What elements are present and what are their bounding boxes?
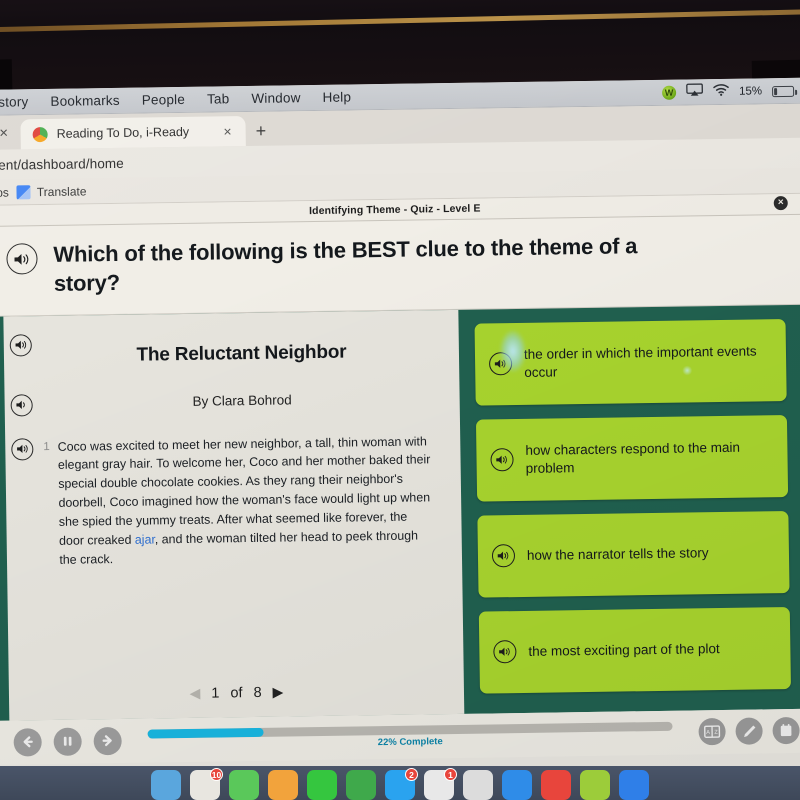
- menu-item-help[interactable]: Help: [322, 89, 351, 104]
- menubar-status-items: W 15%: [661, 78, 795, 106]
- menu-item-bookmarks[interactable]: Bookmarks: [50, 93, 120, 109]
- vocabulary-link-ajar[interactable]: ajar: [135, 532, 155, 546]
- pager-total-pages: 8: [253, 684, 262, 701]
- answer-choice-1-label: the order in which the important events …: [523, 343, 757, 380]
- pager-current-page: 1: [211, 684, 220, 702]
- paragraph-number: 1: [43, 440, 50, 453]
- new-tab-button[interactable]: +: [255, 121, 266, 142]
- speaker-icon[interactable]: [488, 352, 513, 376]
- passage-panel: The Reluctant Neighbor By Clara Bohrod 1…: [3, 309, 465, 721]
- battery-icon[interactable]: [772, 85, 795, 97]
- menu-item-tab[interactable]: Tab: [207, 91, 230, 106]
- dock-badge: 1: [444, 768, 457, 781]
- pager-next-button[interactable]: ▶: [272, 684, 283, 701]
- arrow-right-icon[interactable]: [93, 726, 122, 755]
- dock-app-mail[interactable]: 10: [190, 768, 223, 800]
- translate-icon: [16, 184, 31, 199]
- passage-pager: ◀ 1 of 8 ▶: [9, 665, 465, 720]
- answer-choice-4-label: the most exciting part of the plot: [528, 640, 720, 659]
- speaker-icon[interactable]: [10, 393, 33, 417]
- speaker-icon[interactable]: [9, 333, 32, 357]
- dock-app-settings[interactable]: 1: [424, 768, 457, 800]
- menu-item-window[interactable]: Window: [251, 90, 300, 106]
- svg-text:Z: Z: [714, 730, 718, 736]
- browser-tab-reading-to-do[interactable]: Reading To Do, i-Ready ×: [20, 116, 246, 150]
- answer-choice-1[interactable]: the order in which the important events …: [474, 318, 787, 406]
- close-icon[interactable]: ×: [773, 196, 788, 211]
- answer-choice-2[interactable]: how characters respond to the main probl…: [475, 414, 789, 502]
- macos-dock: 10 2 1: [0, 766, 800, 800]
- window-close-icon[interactable]: ×: [0, 115, 21, 150]
- dock-app-pages[interactable]: [463, 770, 493, 800]
- question-banner: Which of the following is the BEST clue …: [0, 214, 800, 317]
- dock-badge: 2: [405, 768, 418, 781]
- dock-app-messages[interactable]: [229, 770, 259, 800]
- dock-app-finder[interactable]: [151, 770, 181, 800]
- tab-close-icon[interactable]: ×: [217, 123, 237, 139]
- passage-author: By Clara Bohrod: [192, 391, 292, 409]
- answer-choices: the order in which the important events …: [458, 304, 800, 713]
- answer-choice-2-label: how characters respond to the main probl…: [525, 439, 741, 476]
- airplay-icon[interactable]: [686, 83, 703, 101]
- speaker-icon[interactable]: [6, 243, 38, 275]
- menu-item-people[interactable]: People: [142, 92, 185, 108]
- dock-app-notes[interactable]: [307, 770, 337, 800]
- pause-icon[interactable]: [53, 727, 82, 756]
- iready-favicon: [32, 126, 48, 142]
- passage-paragraph: 1 Coco was excited to meet her new neigh…: [43, 432, 444, 570]
- dock-app-photos[interactable]: [268, 770, 298, 800]
- answer-choice-3-label: how the narrator tells the story: [526, 544, 709, 563]
- progress-area: 22% Complete: [147, 721, 673, 751]
- notepad-icon[interactable]: [772, 716, 800, 745]
- dock-app-music[interactable]: [346, 770, 376, 800]
- passage-paragraph-row: 1 Coco was excited to meet her new neigh…: [11, 432, 444, 570]
- dock-app-zoom[interactable]: [619, 770, 649, 800]
- arrow-left-icon[interactable]: [13, 727, 42, 757]
- passage-title: The Reluctant Neighbor: [136, 341, 347, 366]
- wifi-icon[interactable]: [713, 83, 729, 101]
- svg-text:A: A: [706, 730, 710, 736]
- quiz-tools: A Z: [698, 716, 800, 746]
- dock-app-chrome[interactable]: [541, 770, 571, 800]
- dock-badge: 10: [210, 768, 223, 781]
- paragraph-body: Coco was excited to meet her new neighbo…: [58, 432, 433, 569]
- menu-item-history[interactable]: story: [0, 94, 29, 109]
- pager-of-label: of: [230, 684, 243, 701]
- progress-label: 22% Complete: [377, 735, 443, 748]
- tab-title: Reading To Do, i-Ready: [56, 124, 190, 141]
- answer-choice-3[interactable]: how the narrator tells the story: [477, 510, 790, 598]
- quiz-stage: The Reluctant Neighbor By Clara Bohrod 1…: [0, 304, 800, 721]
- passage-content: The Reluctant Neighbor By Clara Bohrod 1…: [3, 309, 463, 672]
- highlighter-pencil-icon[interactable]: [735, 717, 763, 745]
- battery-percent-label: 15%: [738, 85, 763, 98]
- url-text: tudent/dashboard/home: [0, 155, 124, 173]
- wallet-green-icon[interactable]: W: [661, 85, 677, 100]
- laptop-photo: story Bookmarks People Tab Window Help W: [0, 0, 800, 800]
- passage-title-row: The Reluctant Neighbor: [9, 328, 441, 368]
- bookmark-maps-label: Maps: [0, 185, 9, 200]
- pager-prev-button[interactable]: ◀: [189, 685, 200, 702]
- speaker-icon[interactable]: [493, 640, 517, 664]
- speaker-icon[interactable]: [11, 437, 34, 461]
- bookmark-maps[interactable]: Maps: [0, 185, 9, 199]
- dock-app-wechat[interactable]: [580, 770, 610, 800]
- laptop-screen: story Bookmarks People Tab Window Help W: [0, 77, 800, 790]
- dock-app-twitter[interactable]: 2: [385, 768, 418, 800]
- glossary-icon[interactable]: A Z: [698, 717, 726, 746]
- speaker-icon[interactable]: [490, 448, 514, 472]
- bookmark-translate[interactable]: Translate: [16, 183, 87, 199]
- dock-app-mail2[interactable]: [502, 770, 532, 800]
- bookmark-translate-label: Translate: [36, 183, 87, 199]
- quiz-title: Identifying Theme - Quiz - Level E: [309, 202, 481, 218]
- passage-author-row: By Clara Bohrod: [10, 388, 442, 417]
- speaker-icon[interactable]: [491, 544, 516, 568]
- answer-choice-4[interactable]: the most exciting part of the plot: [478, 606, 791, 694]
- progress-fill: [147, 727, 264, 739]
- question-text: Which of the following is the BEST clue …: [53, 233, 638, 297]
